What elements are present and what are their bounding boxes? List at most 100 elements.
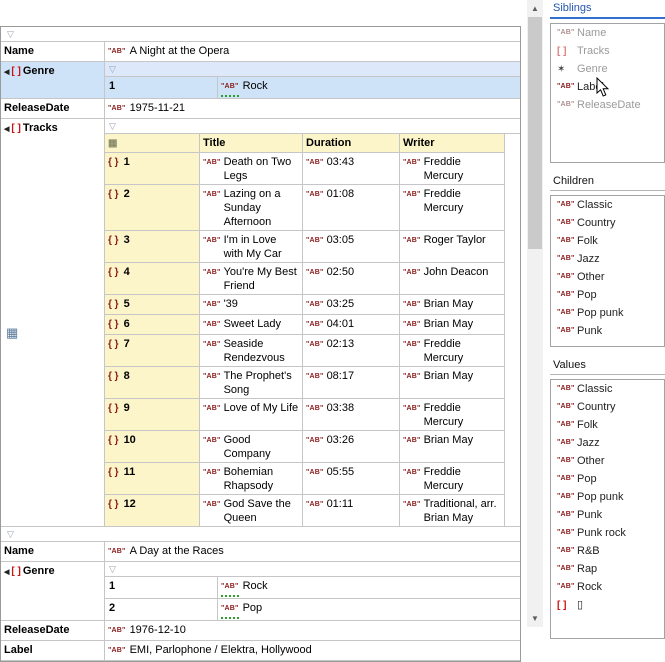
track-title-cell[interactable]: '39 — [200, 295, 303, 314]
track-index-cell[interactable]: 1 — [105, 153, 200, 184]
collapse-icon[interactable] — [4, 564, 9, 580]
label-field-label[interactable]: Label — [1, 641, 105, 660]
track-title-cell[interactable]: The Prophet's Song — [200, 367, 303, 398]
track-writer-cell[interactable]: Traditional, arr. Brian May — [400, 495, 505, 526]
track-index-cell[interactable]: 3 — [105, 231, 200, 262]
track-title-cell[interactable]: Death on Two Legs — [200, 153, 303, 184]
track-writer-cell[interactable]: Brian May — [400, 431, 505, 462]
track-index-cell[interactable]: 12 — [105, 495, 200, 526]
track-writer-cell[interactable]: Freddie Mercury — [400, 185, 505, 230]
track-index-cell[interactable]: 10 — [105, 431, 200, 462]
track-duration-cell[interactable]: 08:17 — [303, 367, 400, 398]
track-duration-cell[interactable]: 01:11 — [303, 495, 400, 526]
track-title-cell[interactable]: Good Company — [200, 431, 303, 462]
track-writer-cell[interactable]: Freddie Mercury — [400, 399, 505, 430]
track-writer-cell[interactable]: Freddie Mercury — [400, 153, 505, 184]
label-field-value[interactable]: EMI, Parlophone / Elektra, Hollywood — [105, 641, 520, 660]
track-writer-cell[interactable]: Brian May — [400, 367, 505, 398]
track-title-cell[interactable]: Love of My Life — [200, 399, 303, 430]
list-item[interactable]: Name — [551, 24, 664, 42]
track-index-cell[interactable]: 7 — [105, 335, 200, 366]
track-duration-cell[interactable]: 02:13 — [303, 335, 400, 366]
list-item[interactable]: Country — [551, 398, 664, 416]
list-item[interactable]: Pop — [551, 470, 664, 488]
corner-header-cell[interactable] — [105, 134, 200, 152]
title-column-header[interactable]: Title — [200, 134, 303, 152]
list-item[interactable]: Jazz — [551, 250, 664, 268]
list-item[interactable]: Pop punk — [551, 304, 664, 322]
track-title-cell[interactable]: Seaside Rendezvous — [200, 335, 303, 366]
track-duration-cell[interactable]: 05:55 — [303, 463, 400, 494]
writer-column-header[interactable]: Writer — [400, 134, 505, 152]
name-field-label[interactable]: Name — [1, 542, 105, 561]
scroll-up-button[interactable] — [527, 0, 543, 17]
track-index-cell[interactable]: 4 — [105, 263, 200, 294]
track-duration-cell[interactable]: 02:50 — [303, 263, 400, 294]
track-index-cell[interactable]: 6 — [105, 315, 200, 334]
list-item[interactable]: ReleaseDate — [551, 96, 664, 114]
collapse-icon[interactable] — [4, 64, 9, 80]
track-duration-cell[interactable]: 03:05 — [303, 231, 400, 262]
track-duration-cell[interactable]: 03:43 — [303, 153, 400, 184]
track-writer-cell[interactable]: Roger Taylor — [400, 231, 505, 262]
track-title-cell[interactable]: Bohemian Rhapsody — [200, 463, 303, 494]
list-item[interactable]: Genre — [551, 60, 664, 78]
name-field-value[interactable]: A Night at the Opera — [105, 42, 520, 61]
list-item[interactable]: Other — [551, 452, 664, 470]
genre-value-cell[interactable]: Pop — [218, 599, 520, 620]
track-title-cell[interactable]: You're My Best Friend — [200, 263, 303, 294]
list-item[interactable]: Other — [551, 268, 664, 286]
genre-field-label[interactable]: Genre — [1, 62, 105, 98]
track-duration-cell[interactable]: 03:38 — [303, 399, 400, 430]
list-item[interactable]: Pop — [551, 286, 664, 304]
list-item[interactable]: Jazz — [551, 434, 664, 452]
track-index-cell[interactable]: 11 — [105, 463, 200, 494]
list-item[interactable]: R&B — [551, 542, 664, 560]
album2-filter-row[interactable] — [1, 527, 520, 542]
list-item[interactable]: Country — [551, 214, 664, 232]
track-writer-cell[interactable]: Freddie Mercury — [400, 463, 505, 494]
genre-index-cell[interactable]: 1 — [105, 77, 218, 98]
list-item[interactable]: ▯ — [551, 596, 664, 614]
track-index-cell[interactable]: 9 — [105, 399, 200, 430]
list-item[interactable]: Punk rock — [551, 524, 664, 542]
track-title-cell[interactable]: God Save the Queen — [200, 495, 303, 526]
list-item[interactable]: Folk — [551, 232, 664, 250]
track-duration-cell[interactable]: 01:08 — [303, 185, 400, 230]
genre-index-cell[interactable]: 1 — [105, 577, 218, 598]
track-writer-cell[interactable]: John Deacon — [400, 263, 505, 294]
list-item[interactable]: Punk — [551, 322, 664, 340]
scrollbar-thumb[interactable] — [528, 17, 542, 249]
name-field-value[interactable]: A Day at the Races — [105, 542, 520, 561]
track-writer-cell[interactable]: Freddie Mercury — [400, 335, 505, 366]
track-index-cell[interactable]: 5 — [105, 295, 200, 314]
track-index-cell[interactable]: 2 — [105, 185, 200, 230]
track-duration-cell[interactable]: 04:01 — [303, 315, 400, 334]
album1-filter-row[interactable] — [1, 27, 520, 42]
track-writer-cell[interactable]: Brian May — [400, 315, 505, 334]
track-writer-cell[interactable]: Brian May — [400, 295, 505, 314]
scroll-down-button[interactable] — [527, 610, 543, 627]
track-title-cell[interactable]: Sweet Lady — [200, 315, 303, 334]
releasedate-field-label[interactable]: ReleaseDate — [1, 99, 105, 118]
track-title-cell[interactable]: Lazing on a Sunday Afternoon — [200, 185, 303, 230]
track-title-cell[interactable]: I'm in Love with My Car — [200, 231, 303, 262]
genre-filter-row[interactable] — [105, 562, 520, 577]
tracks-field-label[interactable]: Tracks — [1, 119, 105, 526]
list-item[interactable]: Pop punk — [551, 488, 664, 506]
list-item[interactable]: Tracks — [551, 42, 664, 60]
genre-index-cell[interactable]: 2 — [105, 599, 218, 620]
releasedate-field-value[interactable]: 1976-12-10 — [105, 621, 520, 640]
list-item[interactable]: Rap — [551, 560, 664, 578]
table-view-icon[interactable] — [6, 326, 102, 341]
duration-column-header[interactable]: Duration — [303, 134, 400, 152]
list-item[interactable]: Classic — [551, 380, 664, 398]
collapse-icon[interactable] — [4, 121, 9, 137]
genre-field-label[interactable]: Genre — [1, 562, 105, 620]
list-item[interactable]: Classic — [551, 196, 664, 214]
genre-value-cell[interactable]: Rock — [218, 77, 520, 98]
list-item[interactable]: Rock — [551, 578, 664, 596]
genre-value-cell[interactable]: Rock — [218, 577, 520, 598]
track-duration-cell[interactable]: 03:26 — [303, 431, 400, 462]
tracks-filter-row[interactable] — [105, 119, 520, 134]
